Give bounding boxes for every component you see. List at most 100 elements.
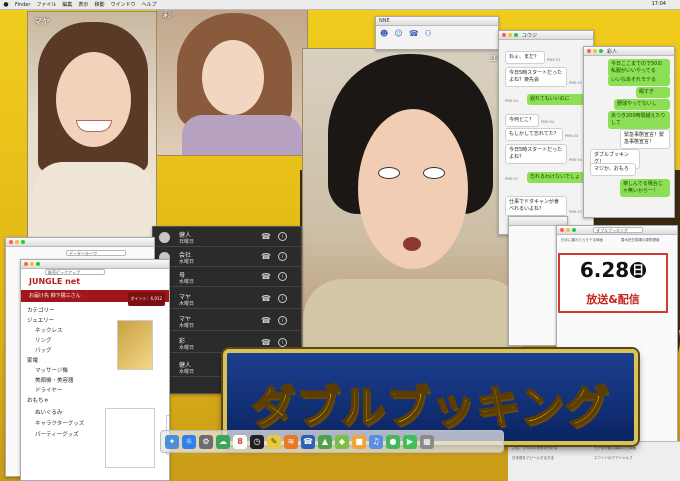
zoom-button[interactable] [599, 49, 603, 53]
phone-icon[interactable]: ☎ [301, 434, 315, 449]
contact-row[interactable]: 健人 日曜日 ☎ i [153, 229, 301, 247]
category-link[interactable]: ジュエリー [27, 316, 54, 324]
apple-icon[interactable]: ● [0, 1, 12, 8]
stickies-icon[interactable]: ✎ [267, 434, 281, 449]
menu-item-finder[interactable]: Finder [12, 2, 33, 8]
browser-tab[interactable]: 露木把日現場の昼際理論 [621, 238, 660, 243]
category-link[interactable]: ぬいぐるみ [35, 408, 62, 416]
browser-tab[interactable]: 仕手に離れたらモテる映画 [561, 238, 603, 243]
menu-item-window[interactable]: ウインドウ [107, 1, 138, 8]
chat-icon[interactable]: ● [386, 434, 400, 449]
contact-row[interactable]: 会社 水曜日 ☎ i [153, 249, 301, 267]
contact-day: 木曜日 [179, 323, 195, 329]
folder-icon[interactable]: ■ [352, 434, 366, 449]
browser-tab[interactable]: 日本語をアピールする方法 [512, 456, 554, 461]
product-image[interactable] [105, 408, 155, 468]
site-brand[interactable]: JUNGLE net [21, 277, 169, 289]
broadcast-date: 6.28 日 [560, 258, 666, 282]
menu-item-file[interactable]: ファイル [33, 1, 59, 8]
facetime-icon[interactable]: ▶ [403, 434, 417, 449]
tile-name: マヤ [34, 17, 50, 26]
close-button[interactable] [9, 240, 13, 244]
zoom-button[interactable] [572, 228, 576, 232]
minimize-button[interactable] [593, 49, 597, 53]
category-link[interactable]: キャラクターグッズ [35, 419, 84, 427]
clock-icon[interactable]: ◷ [250, 434, 264, 449]
browser-tab[interactable]: エワイドのデアリャルブ [594, 456, 633, 461]
phone-icon[interactable]: ☎ [261, 316, 271, 325]
video-tile-aya[interactable]: 彩 [156, 4, 308, 156]
video-tile-maya[interactable]: マヤ [27, 11, 157, 241]
menu-item-edit[interactable]: 編集 [59, 1, 75, 8]
browser-window-jungle[interactable]: 販売ピックアップ JUNGLE net お届け先 柳下揚三さん ポイント：6,9… [20, 259, 170, 481]
call-icon[interactable]: ☎ [409, 29, 419, 38]
phone-icon[interactable]: ☎ [261, 338, 271, 347]
rss-icon[interactable]: ≋ [284, 434, 298, 449]
product-image[interactable] [117, 320, 153, 370]
category-link[interactable]: 美顔機・美容器 [35, 376, 74, 384]
info-icon[interactable]: i [278, 252, 287, 261]
message-time: PM5:53 [569, 81, 582, 85]
chat-message: 遅れてもいいのに [527, 94, 587, 105]
category-link[interactable]: リング [35, 336, 52, 344]
music-icon[interactable]: ♫ [369, 434, 383, 449]
emoji-icon[interactable]: ☺ [394, 29, 402, 38]
phone-icon[interactable]: ☎ [261, 294, 271, 303]
close-button[interactable] [587, 49, 591, 53]
chat-window-ayato[interactable]: 彩人 今日ここまでので50の私服がいいやってる いいなあそれモテる 暇すぎ 野球… [583, 46, 675, 218]
cloud-icon[interactable]: ☁ [216, 434, 230, 449]
info-icon[interactable]: i [278, 294, 287, 303]
nne-window[interactable]: NNE ☻ ☺ ☎ ⚇ [375, 16, 499, 50]
calendar-icon[interactable]: 8 [233, 434, 247, 449]
map-icon[interactable]: ▲ [318, 434, 332, 449]
close-button[interactable] [502, 33, 506, 37]
browser-tab[interactable]: さあ、ダメ男の世界を代わる [512, 446, 557, 451]
compass-icon[interactable]: ✦ [165, 434, 179, 449]
people-icon[interactable]: ⚇ [425, 29, 432, 38]
message-time: PM5:54 [565, 134, 578, 138]
menu-item-go[interactable]: 移動 [91, 1, 107, 8]
settings-icon[interactable]: ⚙ [199, 434, 213, 449]
close-button[interactable] [560, 228, 564, 232]
zoom-button[interactable] [36, 262, 40, 266]
minimize-button[interactable] [508, 33, 512, 37]
category-link[interactable]: ドライヤー [35, 386, 62, 394]
category-link[interactable]: おもちゃ [27, 396, 49, 404]
contact-row[interactable]: 母 水曜日 ☎ i [153, 269, 301, 287]
category-link[interactable]: 家電 [27, 356, 38, 364]
zoom-button[interactable] [514, 33, 518, 37]
info-icon[interactable]: i [278, 316, 287, 325]
category-link[interactable]: マッサージ機 [35, 366, 68, 374]
chat-window-yuji[interactable]: ユウジ ねぇ、まだ？ PM5:53 今日5時スタートだったよね？楽先会 PM5:… [498, 30, 594, 235]
menu-item-view[interactable]: 表示 [75, 1, 91, 8]
url-bar[interactable]: ダブルブッキング [593, 227, 643, 233]
nne-titlebar: NNE [376, 17, 498, 26]
url-bar[interactable]: 販売ピックアップ [45, 269, 105, 275]
info-icon[interactable]: i [278, 232, 287, 241]
info-icon[interactable]: i [278, 338, 287, 347]
category-link[interactable]: ネックレス [35, 326, 63, 334]
phone-icon[interactable]: ☎ [261, 272, 271, 281]
safari-icon[interactable]: ☼ [182, 434, 196, 449]
broadcast-label: 放送&配信 [586, 293, 640, 306]
close-button[interactable] [24, 262, 28, 266]
phone-icon[interactable]: ☎ [261, 232, 271, 241]
chat-message: 仕事でドタキャンが食べれるいよね？ [505, 196, 567, 216]
contact-row[interactable]: マヤ 木曜日 ☎ i [153, 291, 301, 309]
minimize-button[interactable] [15, 240, 19, 244]
info-icon[interactable]: i [278, 272, 287, 281]
url-bar[interactable]: データーキーワ [66, 250, 126, 256]
phone-icon[interactable]: ☎ [261, 252, 271, 261]
grid-icon[interactable]: ▦ [420, 434, 434, 449]
menu-item-help[interactable]: ヘルプ [138, 1, 159, 8]
zoom-button[interactable] [21, 240, 25, 244]
game-icon[interactable]: ◆ [335, 434, 349, 449]
contact-row[interactable]: マヤ 木曜日 ☎ i [153, 313, 301, 331]
person-icon[interactable]: ☻ [380, 29, 388, 38]
browser-tab[interactable]: モテ男が観る最新の日映画 [594, 446, 636, 451]
category-link[interactable]: バッグ [35, 346, 52, 354]
minimize-button[interactable] [30, 262, 34, 266]
video-tile-yuji[interactable]: ユウジ [302, 48, 524, 354]
minimize-button[interactable] [566, 228, 570, 232]
category-link[interactable]: パーティーグッズ [35, 430, 79, 438]
